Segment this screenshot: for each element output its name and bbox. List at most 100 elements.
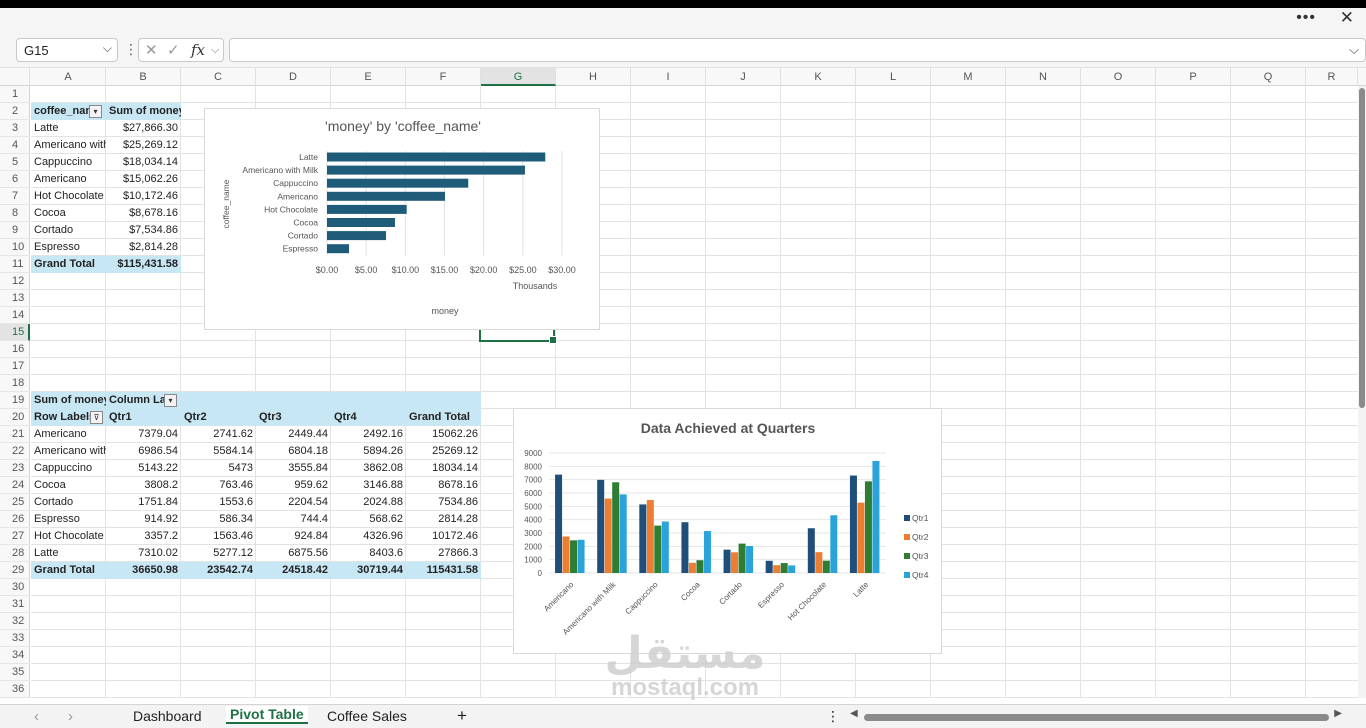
pivot2-value[interactable]: 744.4 [256, 511, 331, 528]
pivot2-row-label[interactable]: Cortado [31, 494, 106, 511]
pivot1-row-label[interactable]: Cocoa [31, 205, 106, 222]
select-all-corner[interactable] [0, 68, 30, 86]
pivot1-total-value[interactable]: $115,431.58 [106, 256, 181, 273]
pivot2-row-label[interactable]: Hot Chocolate [31, 528, 106, 545]
pivot2-total[interactable]: 36650.98 [106, 562, 181, 579]
row-header-30[interactable]: 30 [0, 579, 30, 596]
vertical-scrollbar[interactable] [1358, 86, 1366, 698]
pivot2-row-label[interactable]: Cappuccino [31, 460, 106, 477]
column-header-e[interactable]: E [331, 68, 406, 86]
pivot1-row-value[interactable]: $10,172.46 [106, 188, 181, 205]
pivot2-total[interactable]: 23542.74 [181, 562, 256, 579]
row-header-24[interactable]: 24 [0, 477, 30, 494]
pivot2-value[interactable]: 7379.04 [106, 426, 181, 443]
pivot2-value[interactable]: 5894.26 [331, 443, 406, 460]
pivot2-value[interactable]: 5584.14 [181, 443, 256, 460]
scroll-right-icon[interactable]: ▶ [1334, 708, 1342, 719]
row-header-34[interactable]: 34 [0, 647, 30, 664]
chart-money-by-coffee[interactable]: 'money' by 'coffee_name' $0.00 $5.00 $10.00… [204, 108, 600, 330]
row-header-32[interactable]: 32 [0, 613, 30, 630]
column-filter-icon[interactable]: ▾ [164, 394, 177, 407]
row-header-14[interactable]: 14 [0, 307, 30, 324]
pivot2-value[interactable]: 2492.16 [331, 426, 406, 443]
column-header-n[interactable]: N [1006, 68, 1081, 86]
horizontal-scrollbar[interactable]: ◀ ▶ [850, 708, 1342, 723]
pivot2-value[interactable]: 8403.6 [331, 545, 406, 562]
more-horizontal-icon[interactable]: ••• [1296, 9, 1316, 27]
pivot2-total[interactable]: 30719.44 [331, 562, 406, 579]
pivot2-value[interactable]: 5473 [181, 460, 256, 477]
row-header-27[interactable]: 27 [0, 528, 30, 545]
pivot1-row-label[interactable]: Latte [31, 120, 106, 137]
row-header-19[interactable]: 19 [0, 392, 30, 409]
pivot2-value[interactable]: 2024.88 [331, 494, 406, 511]
pivot1-total-label[interactable]: Grand Total [31, 256, 106, 273]
close-icon[interactable]: ✕ [1340, 8, 1354, 28]
formula-input[interactable]: ⌵ [229, 38, 1366, 62]
row-header-5[interactable]: 5 [0, 154, 30, 171]
chevron-down-icon[interactable]: ⌵ [1349, 42, 1359, 58]
pivot1-row-label[interactable]: Hot Chocolate [31, 188, 106, 205]
row-header-6[interactable]: 6 [0, 171, 30, 188]
row-header-1[interactable]: 1 [0, 86, 30, 103]
column-header-d[interactable]: D [256, 68, 331, 86]
row-header-25[interactable]: 25 [0, 494, 30, 511]
sort-filter-icon[interactable]: ▾ [89, 105, 102, 118]
pivot2-value[interactable]: 1751.84 [106, 494, 181, 511]
pivot2-value[interactable]: 7534.86 [406, 494, 481, 511]
column-header-c[interactable]: C [181, 68, 256, 86]
row-filter-icon[interactable]: ⊽ [90, 411, 103, 424]
pivot2-value[interactable]: 25269.12 [406, 443, 481, 460]
pivot2-value[interactable]: 8678.16 [406, 477, 481, 494]
row-header-29[interactable]: 29 [0, 562, 30, 579]
pivot1-row-label[interactable]: Cappuccino [31, 154, 106, 171]
row-header-23[interactable]: 23 [0, 460, 30, 477]
pivot2-value[interactable]: 2204.54 [256, 494, 331, 511]
pivot1-row-value[interactable]: $15,062.26 [106, 171, 181, 188]
row-header-36[interactable]: 36 [0, 681, 30, 698]
pivot2-value[interactable]: 3808.2 [106, 477, 181, 494]
chevron-down-icon[interactable]: ⌵ [103, 41, 112, 56]
pivot2-header-5[interactable]: Grand Total [406, 409, 481, 426]
row-header-10[interactable]: 10 [0, 239, 30, 256]
cancel-icon[interactable]: ✕ [145, 41, 158, 59]
pivot2-value[interactable]: 2449.44 [256, 426, 331, 443]
pivot2-header-1[interactable]: Qtr1 [106, 409, 181, 426]
column-header-p[interactable]: P [1156, 68, 1231, 86]
pivot2-value[interactable]: 5277.12 [181, 545, 256, 562]
row-header-17[interactable]: 17 [0, 358, 30, 375]
more-vertical-icon[interactable]: ⋮ [826, 708, 840, 725]
function-icon[interactable]: fx [191, 41, 205, 59]
pivot2-header-2[interactable]: Qtr2 [181, 409, 256, 426]
pivot1-row-label[interactable]: Cortado [31, 222, 106, 239]
row-header-7[interactable]: 7 [0, 188, 30, 205]
pivot1-row-label[interactable]: Americano [31, 171, 106, 188]
pivot2-total[interactable]: Grand Total [31, 562, 106, 579]
column-header-r[interactable]: R [1306, 68, 1358, 86]
pivot2-value[interactable]: 10172.46 [406, 528, 481, 545]
chevron-down-icon[interactable]: ⌵ [211, 44, 219, 57]
pivot2-value[interactable]: 15062.26 [406, 426, 481, 443]
add-sheet-button[interactable]: + [457, 706, 467, 726]
pivot2-value[interactable]: 924.84 [256, 528, 331, 545]
column-header-b[interactable]: B [106, 68, 181, 86]
check-icon[interactable]: ✓ [167, 41, 180, 59]
tab-pivot-table[interactable]: Pivot Table [226, 706, 308, 724]
pivot2-row-label[interactable]: Latte [31, 545, 106, 562]
column-header-k[interactable]: K [781, 68, 856, 86]
pivot2-value[interactable]: 6804.18 [256, 443, 331, 460]
row-header-20[interactable]: 20 [0, 409, 30, 426]
row-header-16[interactable]: 16 [0, 341, 30, 358]
column-header-q[interactable]: Q [1231, 68, 1306, 86]
pivot2-value[interactable]: 4326.96 [331, 528, 406, 545]
pivot1-row-value[interactable]: $27,866.30 [106, 120, 181, 137]
scroll-thumb[interactable] [864, 714, 1329, 721]
column-header-i[interactable]: I [631, 68, 706, 86]
pivot1-header-sum[interactable]: Sum of money [106, 103, 181, 120]
pivot1-row-value[interactable]: $8,678.16 [106, 205, 181, 222]
row-header-9[interactable]: 9 [0, 222, 30, 239]
row-header-2[interactable]: 2 [0, 103, 30, 120]
pivot2-total[interactable]: 24518.42 [256, 562, 331, 579]
pivot1-row-value[interactable]: $18,034.14 [106, 154, 181, 171]
column-header-a[interactable]: A [31, 68, 106, 86]
